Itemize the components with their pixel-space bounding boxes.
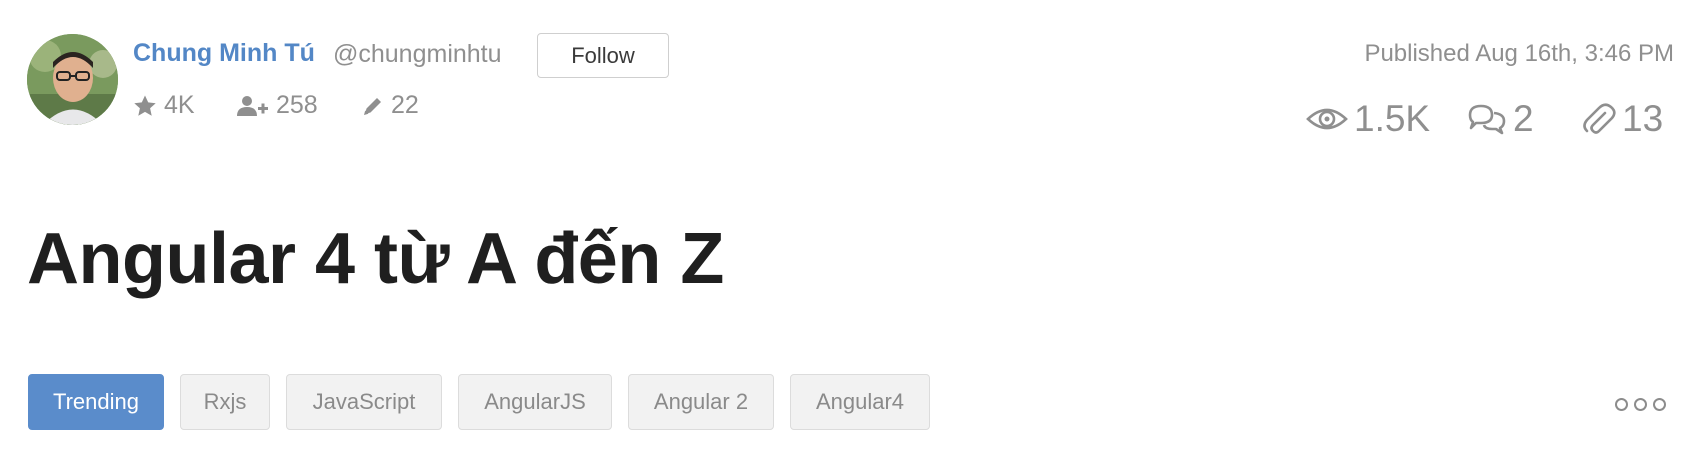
tag-angularjs[interactable]: AngularJS <box>458 374 612 430</box>
clips-count: 13 <box>1622 98 1664 139</box>
eye-icon <box>1306 108 1348 130</box>
star-icon <box>134 95 156 116</box>
views-count: 1.5K <box>1354 98 1431 139</box>
tag-angular-2[interactable]: Angular 2 <box>628 374 774 430</box>
tag-rxjs[interactable]: Rxjs <box>180 374 270 430</box>
avatar[interactable] <box>27 34 118 125</box>
tag-list: Trending Rxjs JavaScript AngularJS Angul… <box>28 374 946 430</box>
avatar-image <box>27 34 118 125</box>
paperclip-icon <box>1583 103 1616 134</box>
metric-views: 1.5K <box>1306 98 1430 140</box>
published-date: Published Aug 16th, 3:46 PM <box>1364 40 1674 67</box>
stat-reputation: 4K <box>133 91 195 120</box>
author-name[interactable]: Chung Minh Tú <box>133 39 315 68</box>
tag-trending[interactable]: Trending <box>28 374 164 430</box>
user-plus-icon <box>237 95 268 116</box>
reputation-count: 4K <box>164 91 195 119</box>
tag-angular4[interactable]: Angular4 <box>790 374 930 430</box>
comments-count: 2 <box>1513 98 1534 139</box>
more-dot <box>1653 398 1666 411</box>
more-dot <box>1634 398 1647 411</box>
metric-comments[interactable]: 2 <box>1467 98 1534 140</box>
author-handle: @chungminhtu <box>333 40 502 68</box>
more-dots-icon[interactable] <box>1615 398 1666 411</box>
followers-count: 258 <box>276 91 318 119</box>
stat-followers: 258 <box>237 91 318 120</box>
tag-javascript[interactable]: JavaScript <box>286 374 442 430</box>
stat-posts: 22 <box>362 91 419 120</box>
posts-count: 22 <box>391 91 419 119</box>
metric-clips[interactable]: 13 <box>1582 98 1663 140</box>
comments-icon <box>1468 104 1506 135</box>
post-title: Angular 4 từ A đến Z <box>27 219 724 299</box>
more-dot <box>1615 398 1628 411</box>
pencil-icon <box>364 97 381 115</box>
follow-button[interactable]: Follow <box>537 33 669 78</box>
